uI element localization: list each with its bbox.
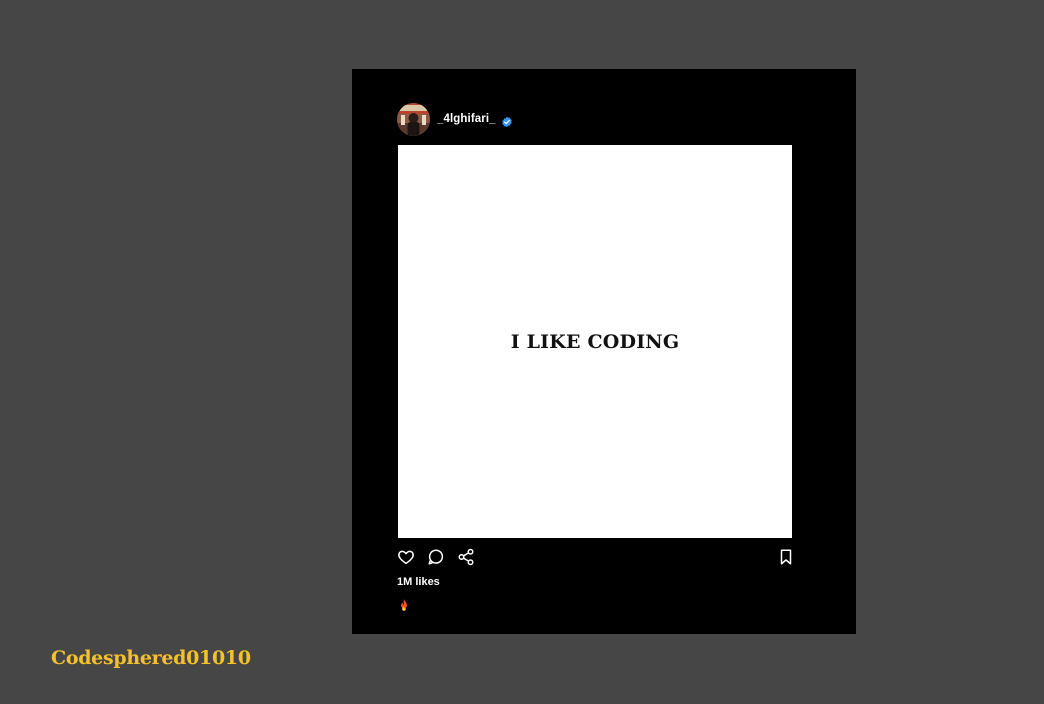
post-image[interactable]: I LIKE CODING <box>398 145 792 538</box>
comment-icon[interactable] <box>427 548 445 566</box>
share-icon[interactable] <box>457 548 475 566</box>
username-wrap: _4lghifari_ <box>437 113 513 128</box>
actions-bar <box>397 548 793 568</box>
post-header: _4lghifari_ <box>397 102 513 136</box>
username[interactable]: _4lghifari_ <box>437 113 496 125</box>
post-card: _4lghifari_ I LIKE CODING 1M likes <box>352 69 856 634</box>
heart-icon[interactable] <box>397 548 415 566</box>
post-image-text: I LIKE CODING <box>510 330 680 353</box>
fire-emoji-icon <box>397 597 411 611</box>
bookmark-icon[interactable] <box>777 548 795 566</box>
avatar-image <box>397 102 430 136</box>
verified-badge-icon <box>501 113 513 128</box>
likes-count[interactable]: 1M likes <box>397 576 440 588</box>
watermark: Codesphered01010 <box>51 647 251 669</box>
avatar[interactable] <box>397 102 430 136</box>
